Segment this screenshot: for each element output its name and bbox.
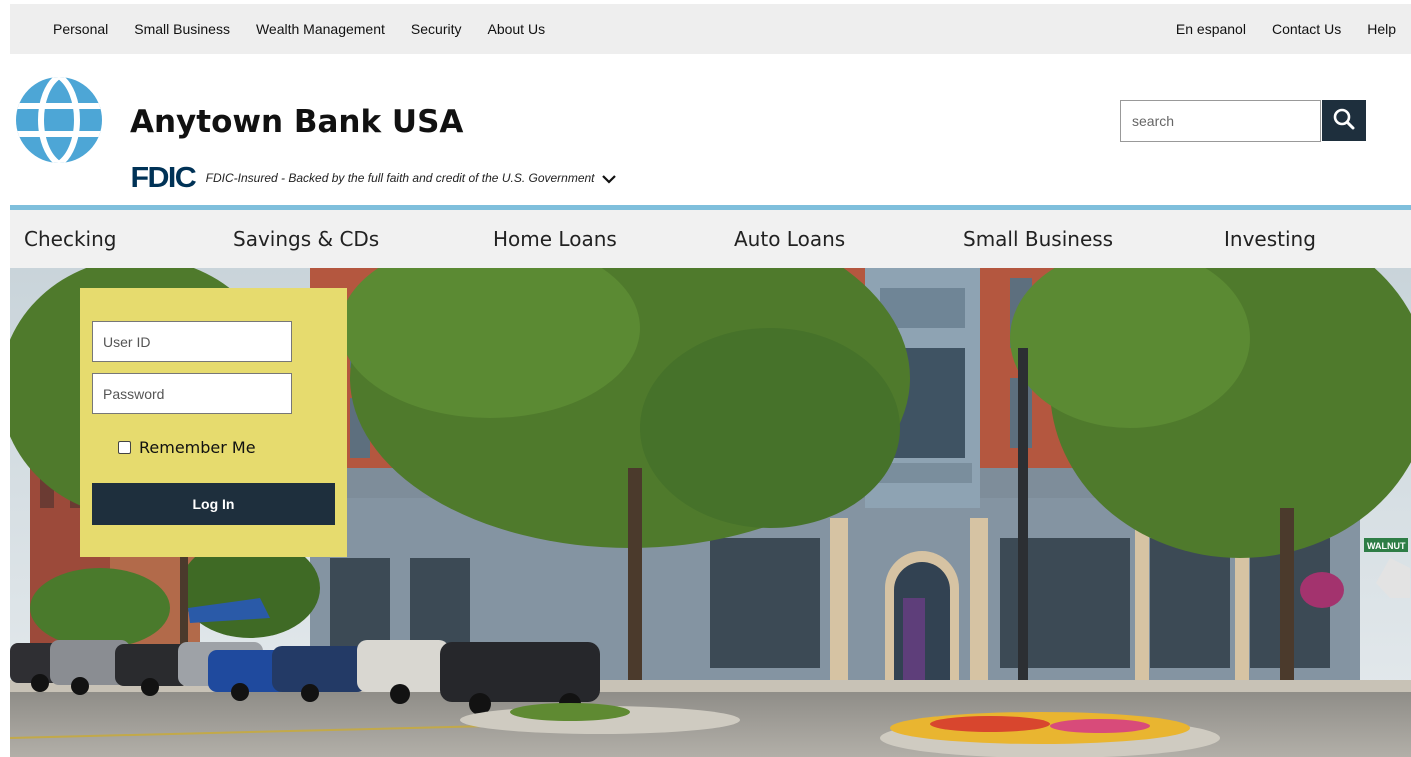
fdic-logo: FDIC <box>130 162 196 194</box>
nav-savings-cds[interactable]: Savings & CDs <box>233 210 379 268</box>
remember-me-label: Remember Me <box>139 438 256 457</box>
utility-nav-right: En espanol Contact Us Help <box>1176 4 1396 54</box>
nav-investing[interactable]: Investing <box>1224 210 1316 268</box>
fdic-text: FDIC-Insured - Backed by the full faith … <box>205 171 595 185</box>
nav-home-loans[interactable]: Home Loans <box>493 210 617 268</box>
utility-nav-left: Personal Small Business Wealth Managemen… <box>53 4 545 54</box>
search-icon <box>1332 107 1356 134</box>
log-in-button[interactable]: Log In <box>92 483 335 525</box>
fdic-notice: FDIC FDIC-Insured - Backed by the full f… <box>130 162 617 194</box>
utility-bar: Personal Small Business Wealth Managemen… <box>10 4 1411 54</box>
utility-link-security[interactable]: Security <box>411 21 462 37</box>
utility-link-contact-us[interactable]: Contact Us <box>1272 21 1341 37</box>
utility-link-small-business[interactable]: Small Business <box>134 21 230 37</box>
nav-small-business[interactable]: Small Business <box>963 210 1113 268</box>
bank-name[interactable]: Anytown Bank USA <box>130 104 463 140</box>
utility-link-personal[interactable]: Personal <box>53 21 108 37</box>
main-nav: Checking Savings & CDs Home Loans Auto L… <box>10 210 1411 268</box>
utility-link-wealth-management[interactable]: Wealth Management <box>256 21 385 37</box>
street-sign: WALNUT <box>1367 541 1406 551</box>
search-input[interactable] <box>1120 100 1321 142</box>
nav-checking[interactable]: Checking <box>24 210 116 268</box>
search-button[interactable] <box>1322 100 1366 141</box>
password-input[interactable] <box>92 373 292 414</box>
login-panel: Remember Me Log In <box>80 288 347 557</box>
utility-link-en-espanol[interactable]: En espanol <box>1176 21 1246 37</box>
user-id-input[interactable] <box>92 321 292 362</box>
remember-me[interactable]: Remember Me <box>118 438 256 457</box>
nav-auto-loans[interactable]: Auto Loans <box>734 210 845 268</box>
chevron-down-icon[interactable] <box>601 172 617 184</box>
utility-link-help[interactable]: Help <box>1367 21 1396 37</box>
globe-icon[interactable] <box>15 76 103 164</box>
utility-link-about-us[interactable]: About Us <box>487 21 545 37</box>
remember-me-checkbox[interactable] <box>118 441 131 454</box>
